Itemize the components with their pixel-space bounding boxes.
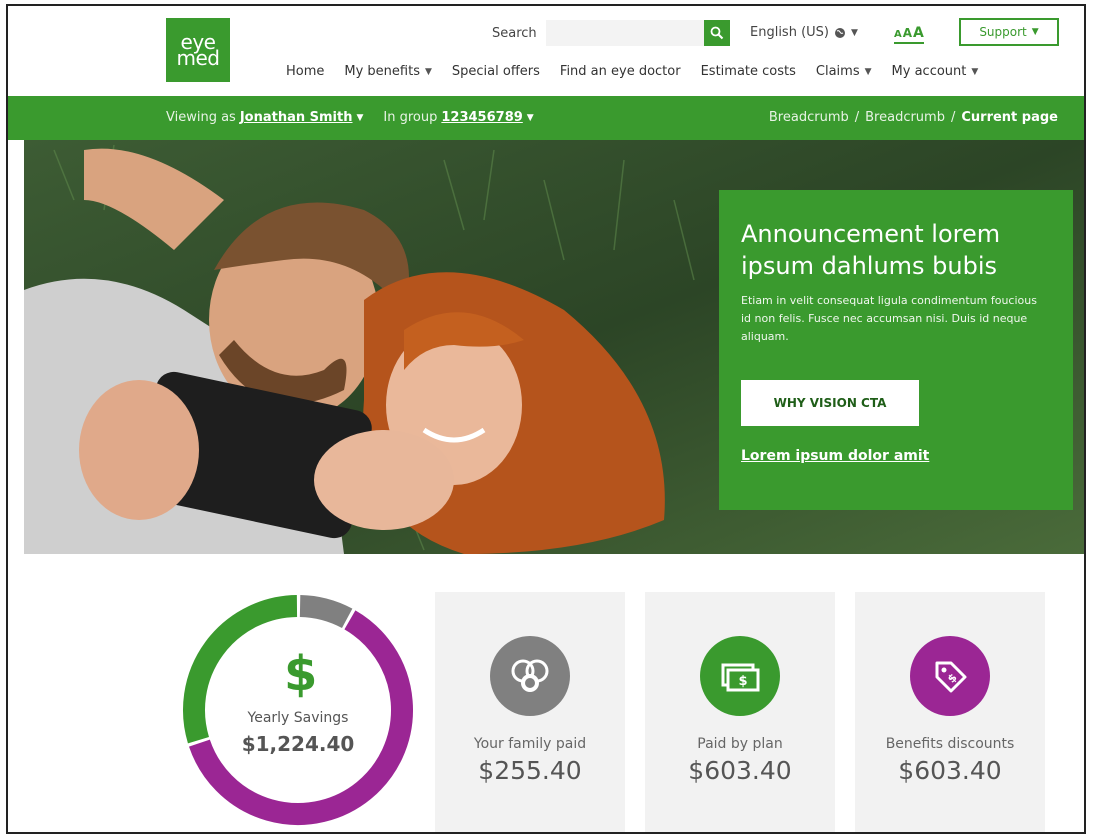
viewing-prefix: Viewing as	[166, 110, 236, 125]
family-paid-card[interactable]: Your family paid $255.40	[435, 592, 625, 832]
cash-icon: $	[700, 636, 780, 716]
savings-label: Yearly Savings	[247, 710, 349, 726]
breadcrumb-separator: /	[950, 110, 956, 125]
nav-my-benefits[interactable]: My benefits ▼	[344, 64, 432, 79]
nav-label: Find an eye doctor	[559, 64, 681, 79]
breadcrumb-item[interactable]: Breadcrumb	[865, 110, 945, 125]
nav-special-offers[interactable]: Special offers	[452, 64, 540, 79]
nav-estimate-costs[interactable]: Estimate costs	[701, 64, 796, 79]
search-input[interactable]	[546, 20, 704, 46]
context-bar: Viewing as Jonathan Smith ▼ In group 123…	[8, 96, 1084, 140]
page-frame: eye med Search English (US) ▼ A A A Supp…	[6, 4, 1086, 834]
group-prefix: In group	[383, 110, 438, 125]
why-vision-cta-button[interactable]: WHY VISION CTA	[741, 380, 919, 426]
announcement-body: Etiam in velit consequat ligula condimen…	[741, 294, 1037, 343]
svg-text:$: $	[738, 674, 747, 689]
search-label: Search	[492, 26, 537, 41]
donut-segment-family	[299, 595, 353, 629]
chevron-down-icon: ▼	[356, 112, 364, 123]
nav-home[interactable]: Home	[286, 64, 324, 79]
card-label: Paid by plan	[697, 736, 783, 752]
text-size-small[interactable]: A	[894, 29, 902, 40]
chevron-down-icon: ▼	[864, 66, 872, 77]
announcement-title: Announcement lorem ipsum dahlums bubis	[741, 220, 1001, 280]
breadcrumb: Breadcrumb / Breadcrumb / Current page	[769, 110, 1058, 125]
card-value: $603.40	[898, 756, 1002, 785]
dollar-icon: $	[284, 646, 318, 702]
nav-label: Home	[286, 64, 325, 79]
text-size-large[interactable]: A	[913, 25, 924, 41]
card-value: $255.40	[478, 756, 582, 785]
chevron-down-icon: ▼	[1031, 27, 1039, 37]
nav-claims[interactable]: Claims ▼	[816, 64, 872, 79]
globe-icon	[834, 27, 845, 38]
nav-label: Claims	[815, 64, 860, 79]
nav-label: Special offers	[451, 64, 540, 79]
text-size-medium[interactable]: A	[903, 26, 912, 40]
family-icon	[490, 636, 570, 716]
language-label: English (US)	[750, 25, 829, 40]
hero-banner: Announcement lorem ipsum dahlums bubis E…	[24, 140, 1084, 554]
nav-find-eye-doctor[interactable]: Find an eye doctor	[560, 64, 681, 79]
search-icon	[710, 26, 724, 40]
text-size-selector[interactable]: A A A	[894, 25, 924, 44]
nav-label: Estimate costs	[700, 64, 796, 79]
announcement-link[interactable]: Lorem ipsum dolor amit	[741, 448, 929, 464]
card-label: Your family paid	[473, 736, 587, 752]
chevron-down-icon: ▼	[971, 66, 979, 77]
support-label: Support	[979, 25, 1027, 39]
breadcrumb-item[interactable]: Breadcrumb	[769, 110, 849, 125]
member-context: Viewing as Jonathan Smith ▼ In group 123…	[166, 110, 550, 125]
support-button[interactable]: Support ▼	[959, 18, 1059, 46]
announcement-panel: Announcement lorem ipsum dahlums bubis E…	[719, 190, 1073, 510]
language-selector[interactable]: English (US) ▼	[750, 25, 858, 40]
chevron-down-icon: ▼	[424, 66, 432, 77]
search-button[interactable]	[704, 20, 730, 46]
benefits-discounts-card[interactable]: $ Benefits discounts $603.40	[855, 592, 1045, 832]
eyemed-logo[interactable]: eye med	[166, 18, 230, 82]
group-selector[interactable]: 123456789	[441, 110, 522, 125]
main-nav: Home My benefits ▼ Special offers Find an…	[286, 64, 978, 79]
card-value: $603.40	[688, 756, 792, 785]
savings-value: $1,224.40	[241, 732, 355, 756]
nav-label: My benefits	[344, 64, 420, 79]
breadcrumb-separator: /	[854, 110, 860, 125]
card-label: Benefits discounts	[885, 736, 1015, 752]
chevron-down-icon: ▼	[850, 27, 858, 38]
tag-icon: $	[910, 636, 990, 716]
member-selector[interactable]: Jonathan Smith	[240, 110, 353, 125]
breadcrumb-current: Current page	[961, 110, 1058, 125]
nav-my-account[interactable]: My account ▼	[892, 64, 979, 79]
nav-label: My account	[891, 64, 967, 79]
paid-by-plan-card[interactable]: $ Paid by plan $603.40	[645, 592, 835, 832]
chevron-down-icon: ▼	[526, 112, 534, 123]
